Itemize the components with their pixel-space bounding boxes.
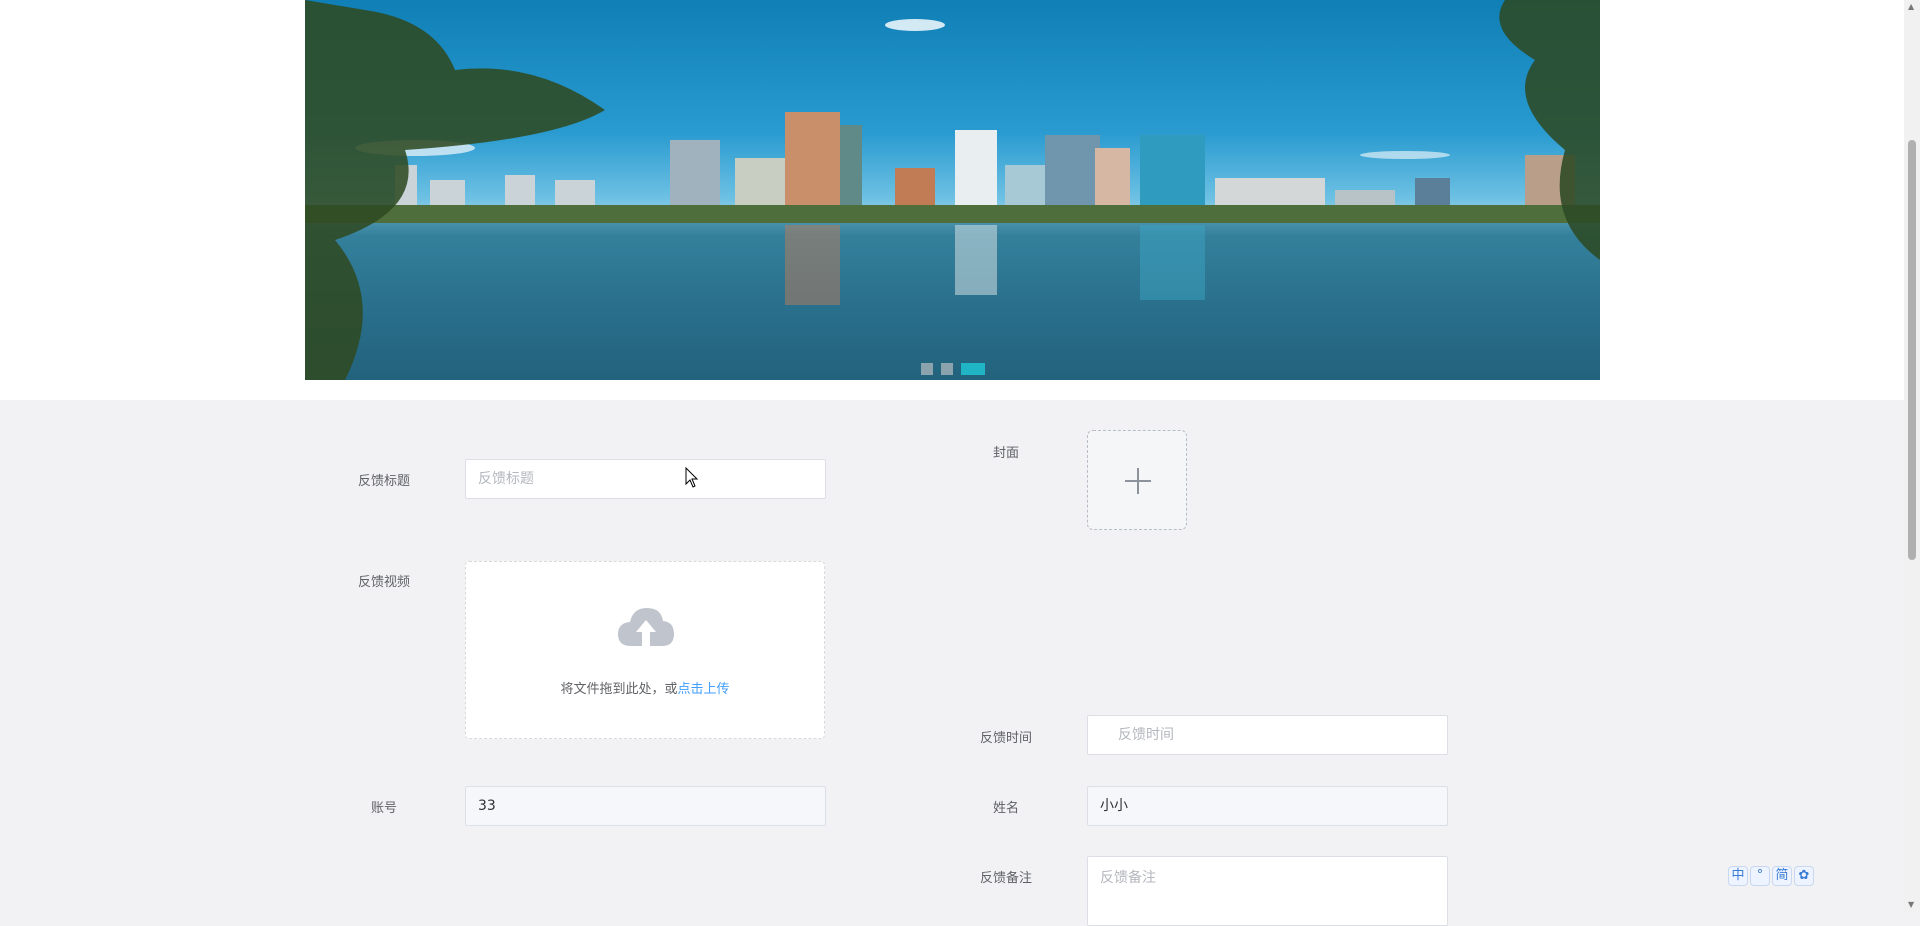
city-banner-carousel[interactable] [305,0,1600,380]
ime-chinese-button[interactable]: 中 [1728,866,1748,886]
account-label: 账号 [370,801,397,816]
account-field: 33 [465,786,826,826]
click-upload-link[interactable]: 点击上传 [678,682,730,697]
plus-icon [1125,468,1151,494]
cover-label: 封面 [992,446,1019,461]
carousel-dot-1[interactable] [920,363,933,375]
carousel-dot-3[interactable] [960,363,985,375]
feedback-remark-textarea[interactable]: 反馈备注 [1087,856,1448,926]
ime-skin-button[interactable]: ✿ [1794,866,1814,886]
scroll-down-arrow-icon[interactable]: ▼ [1908,900,1914,909]
feedback-time-input[interactable] [1087,715,1448,755]
ime-simplified-button[interactable]: 简 [1772,866,1792,886]
name-label: 姓名 [992,801,1019,816]
feedback-time-label: 反馈时间 [979,731,1032,746]
scroll-thumb[interactable] [1908,140,1916,560]
feedback-video-label: 反馈视频 [357,575,410,590]
page-scrollbar[interactable]: ▲ ▼ [1904,0,1920,912]
upload-cloud-icon [618,608,674,646]
feedback-time-picker[interactable] [1087,715,1448,755]
ime-punctuation-button[interactable]: ° [1750,866,1770,886]
mouse-cursor-icon [685,467,699,488]
name-field: 小小 [1087,786,1448,826]
scroll-up-arrow-icon[interactable]: ▲ [1908,2,1914,11]
upload-hint: 将文件拖到此处，或 [560,682,678,697]
carousel-dot-2[interactable] [940,363,953,375]
ime-toolbar: 中 ° 简 ✿ [1728,866,1816,886]
cover-upload[interactable] [1087,430,1187,530]
carousel-indicators [305,363,1600,375]
skyline-image [305,0,1600,380]
feedback-title-input[interactable] [465,459,826,499]
feedback-title-label: 反馈标题 [357,474,410,489]
feedback-remark-label: 反馈备注 [979,871,1032,886]
video-upload-dragger[interactable]: 将文件拖到此处，或点击上传 [465,561,825,739]
upload-hint-text: 将文件拖到此处，或点击上传 [466,678,824,697]
